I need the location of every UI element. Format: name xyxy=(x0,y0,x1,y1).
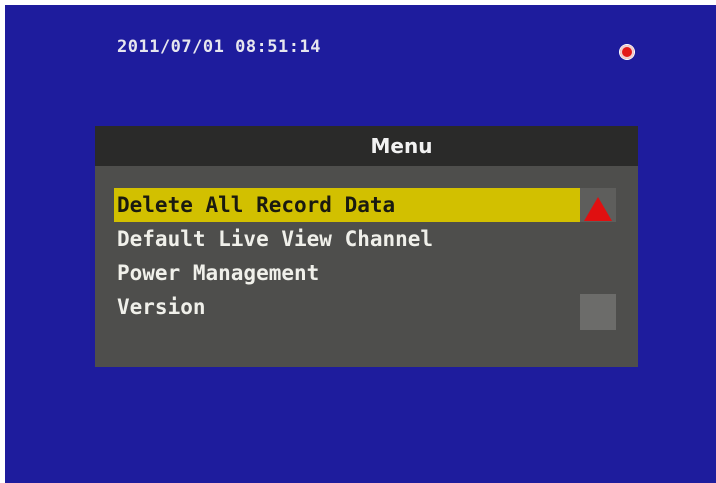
device-display-frame: 2011/07/01 08:51:14 Menu Delete All Reco… xyxy=(0,0,716,483)
scroll-up-button[interactable] xyxy=(580,188,616,222)
record-dot-icon xyxy=(620,45,634,59)
menu-title: Menu xyxy=(370,134,433,158)
menu-item-default-live-view-channel[interactable]: Default Live View Channel xyxy=(114,222,584,256)
menu-item-power-management[interactable]: Power Management xyxy=(114,256,584,290)
menu-item-version[interactable]: Version xyxy=(114,290,584,324)
scroll-square-icon[interactable] xyxy=(580,294,616,330)
osd-screen: 2011/07/01 08:51:14 Menu Delete All Reco… xyxy=(5,5,716,483)
datetime-display: 2011/07/01 08:51:14 xyxy=(117,37,321,57)
triangle-up-icon xyxy=(584,197,612,221)
menu-panel: Menu Delete All Record Data Default Live… xyxy=(95,126,638,367)
menu-header: Menu xyxy=(95,126,638,166)
menu-item-delete-all-record-data[interactable]: Delete All Record Data xyxy=(114,188,582,222)
menu-list: Delete All Record Data Default Live View… xyxy=(114,188,584,324)
